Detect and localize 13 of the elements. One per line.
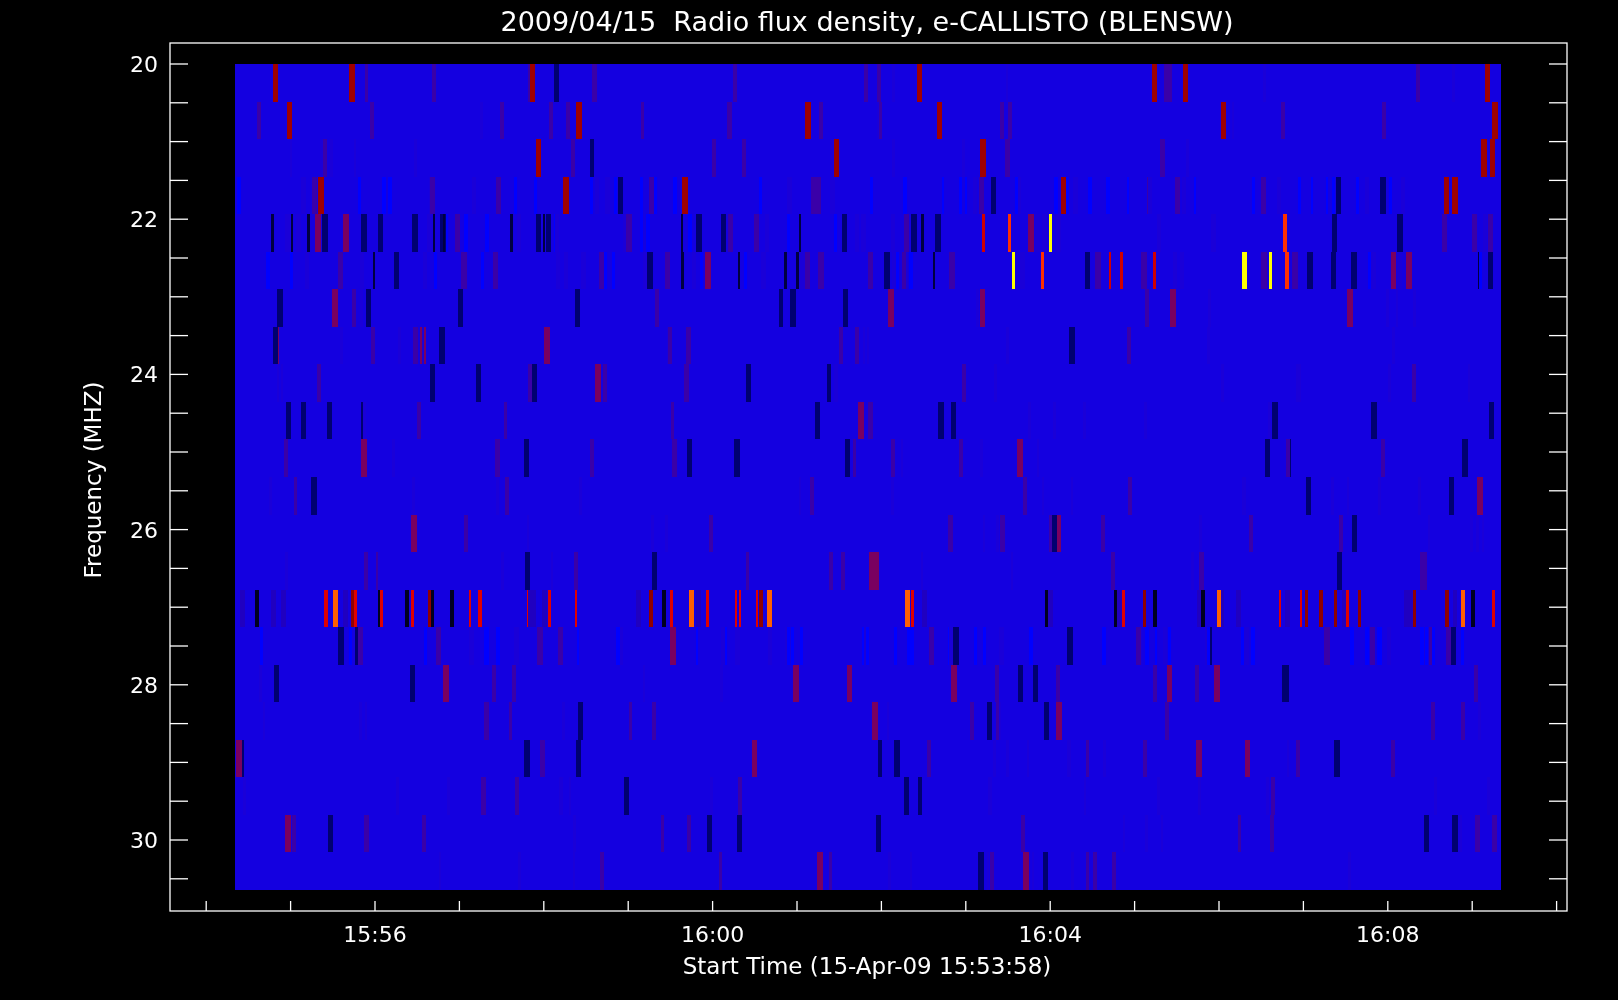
x-tick-label: 15:56 <box>343 922 407 947</box>
x-tick-label: 16:00 <box>680 922 745 947</box>
chart-title: 2009/04/15 Radio flux density, e-CALLISTO (BLENSW) <box>500 6 1234 37</box>
y-tick-label: 22 <box>130 207 158 233</box>
y-tick-label: 26 <box>130 517 158 543</box>
x-tick-label: 16:04 <box>1018 922 1082 947</box>
x-axis-label: Start Time (15-Apr-09 15:53:58) <box>682 953 1052 979</box>
x-tick-label: 16:08 <box>1356 922 1420 947</box>
y-tick-label: 30 <box>130 828 158 853</box>
y-tick-label: 24 <box>130 362 158 388</box>
y-tick-label: 20 <box>130 52 158 77</box>
y-axis-label: Frequency (MHZ) <box>80 381 106 579</box>
y-tick-label: 28 <box>130 672 158 698</box>
